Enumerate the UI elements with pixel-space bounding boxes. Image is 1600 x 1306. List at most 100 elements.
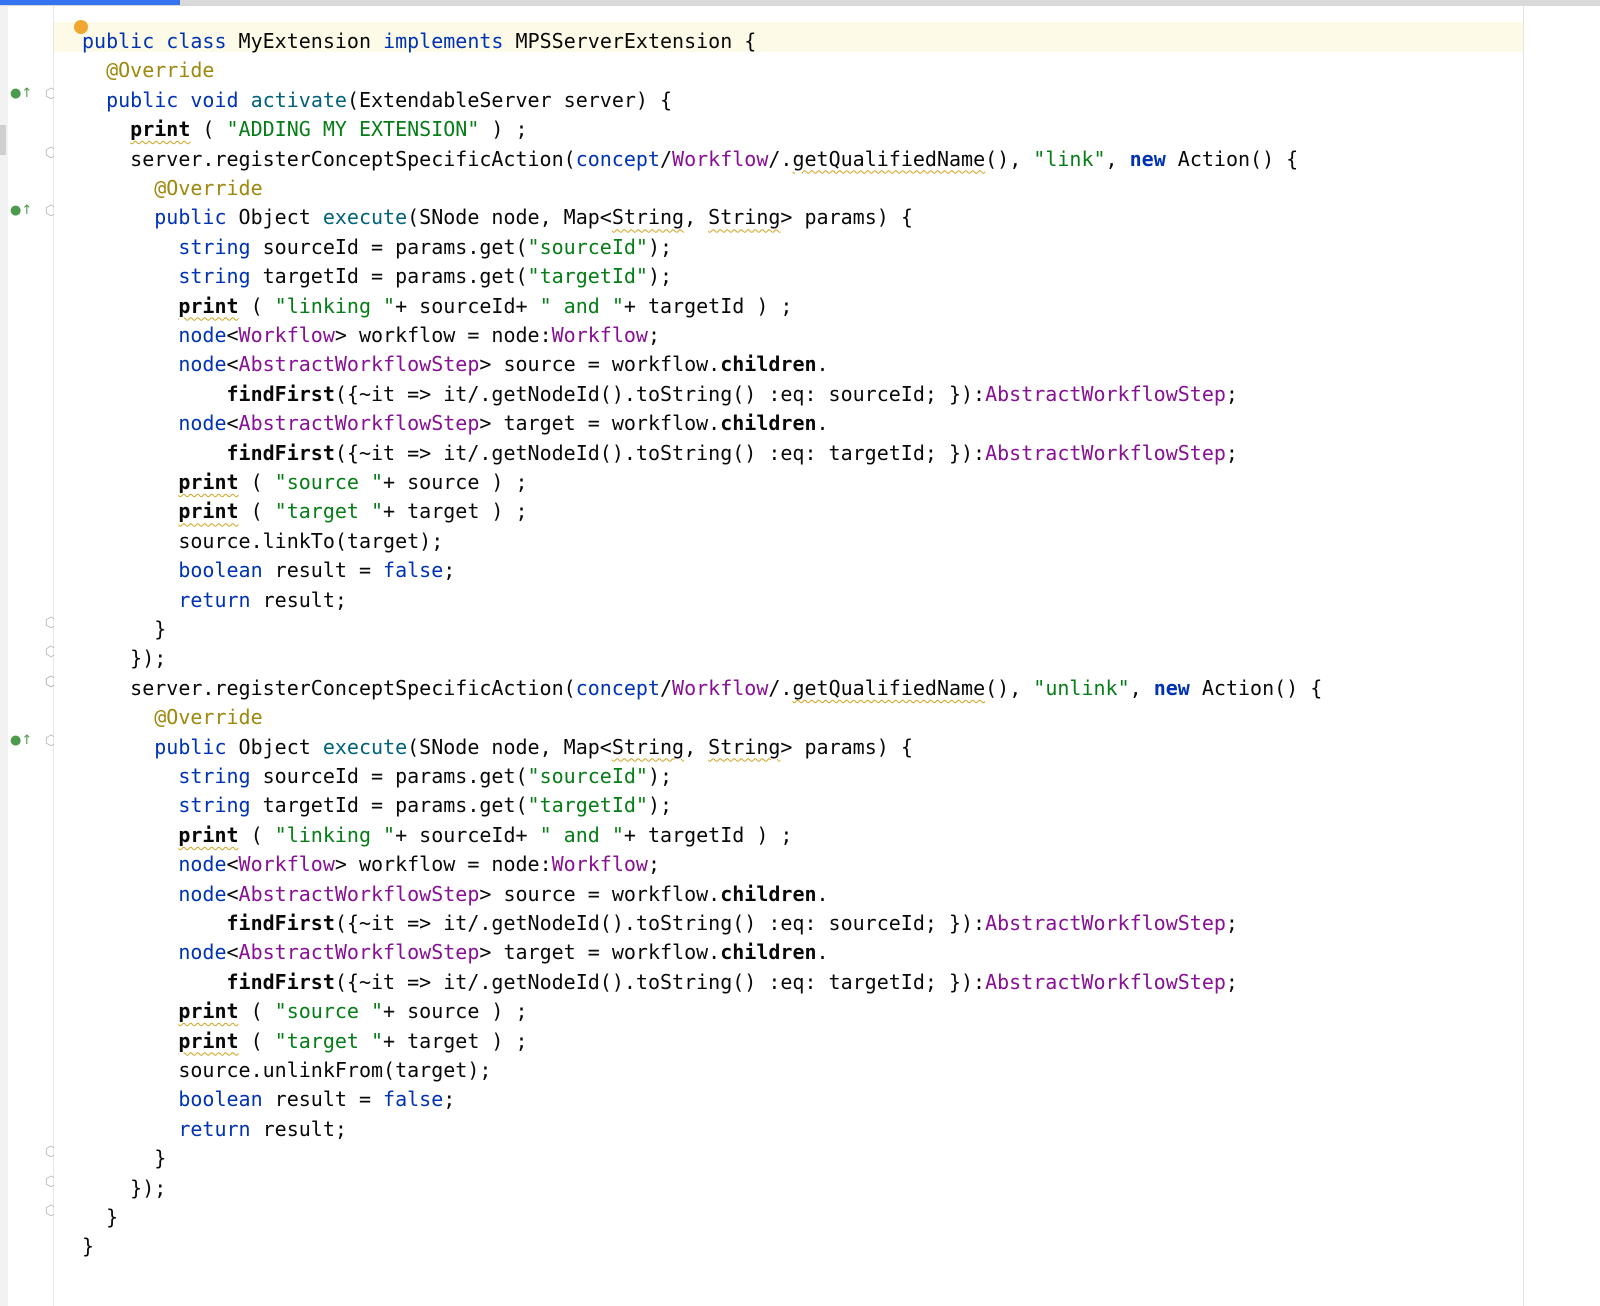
code-line[interactable]: server.registerConceptSpecificAction(con… (82, 673, 1322, 703)
code-line[interactable]: source.linkTo(target); (82, 526, 443, 556)
override-up-arrow-icon[interactable]: ●↑ (10, 731, 32, 751)
code-token: < (226, 352, 239, 377)
code-line[interactable]: boolean result = false; (82, 1084, 455, 1114)
code-line[interactable]: findFirst({~it => it/.getNodeId().toStri… (82, 379, 1238, 409)
code-token: Workflow (238, 852, 335, 877)
code-token: } (82, 1146, 167, 1171)
code-line[interactable]: return result; (82, 1114, 347, 1144)
code-line[interactable]: } (82, 1202, 118, 1232)
code-token: , (1129, 675, 1154, 700)
code-token: public (82, 29, 155, 53)
code-token: concept (575, 146, 660, 171)
code-token: source.linkTo(target); (82, 528, 444, 553)
override-up-arrow-icon[interactable]: ●↑ (10, 84, 32, 104)
code-token: return (178, 1116, 251, 1141)
code-token: AbstractWorkflowStep (238, 352, 480, 377)
code-line[interactable]: }); (82, 1173, 166, 1203)
code-line[interactable]: node<AbstractWorkflowStep> source = work… (82, 879, 828, 909)
code-token: } (82, 617, 167, 641)
code-token: return (178, 587, 251, 612)
code-token: ; (1225, 911, 1238, 935)
code-line[interactable]: print ( "ADDING MY EXTENSION" ) ; (82, 114, 527, 144)
code-line[interactable]: @Override (82, 702, 262, 732)
code-token: targetId = params.get( (250, 793, 528, 818)
code-line[interactable]: string sourceId = params.get("sourceId")… (82, 761, 672, 791)
code-line[interactable]: node<Workflow> workflow = node:Workflow; (82, 849, 660, 879)
code-token: execute (322, 205, 408, 230)
active-tab-indicator[interactable] (0, 0, 180, 5)
code-line[interactable]: findFirst({~it => it/.getNodeId().toStri… (82, 967, 1238, 997)
code-token: ; (443, 1087, 456, 1112)
code-line[interactable]: print ( "source "+ source ) ; (82, 996, 527, 1026)
code-token: findFirst (226, 440, 335, 465)
code-line[interactable]: return result; (82, 585, 347, 615)
code-token: findFirst (226, 969, 335, 994)
code-token: "target " (274, 1028, 384, 1053)
code-token: "targetId" (527, 793, 648, 818)
code-token: server.registerConceptSpecificAction( (82, 146, 576, 171)
code-line[interactable]: }); (82, 643, 166, 673)
code-line[interactable]: server.registerConceptSpecificAction(con… (82, 144, 1298, 174)
code-line[interactable]: node<AbstractWorkflowStep> target = work… (82, 937, 828, 967)
code-line[interactable]: print ( "target "+ target ) ; (82, 1026, 527, 1056)
code-token: print (178, 999, 239, 1024)
code-token: new (1153, 675, 1190, 700)
code-line[interactable]: } (82, 1231, 94, 1261)
code-token: concept (575, 675, 660, 700)
code-token: > params) { (780, 205, 913, 230)
code-token: } (82, 1234, 95, 1259)
code-token: (), (985, 146, 1034, 171)
code-token: AbstractWorkflowStep (985, 381, 1226, 406)
code-line[interactable]: string targetId = params.get("targetId")… (82, 790, 672, 820)
code-line[interactable]: print ( "linking "+ sourceId+ " and "+ t… (82, 820, 792, 850)
code-line[interactable]: public void activate(ExtendableServer se… (82, 85, 672, 115)
code-token: @Override (154, 176, 263, 200)
code-line[interactable]: @Override (82, 173, 263, 203)
code-token: Object (226, 205, 323, 230)
code-token: MPSServerExtension { (503, 29, 757, 53)
code-token: . (816, 411, 829, 436)
code-line[interactable]: node<Workflow> workflow = node:Workflow; (82, 320, 660, 350)
code-line[interactable]: @Override (82, 55, 214, 85)
left-tool-window-tab[interactable] (0, 125, 6, 155)
code-token: Workflow (551, 852, 648, 877)
code-token: getQualifiedName (792, 146, 986, 171)
code-line[interactable]: findFirst({~it => it/.getNodeId().toStri… (82, 908, 1238, 938)
code-token: ); (647, 234, 673, 259)
code-line[interactable]: } (82, 614, 166, 644)
code-line[interactable]: print ( "target "+ target ) ; (82, 496, 527, 526)
code-token: + source ) ; (383, 470, 528, 494)
override-up-arrow-icon[interactable]: ●↑ (10, 201, 32, 221)
code-token: print (130, 117, 191, 142)
code-line[interactable]: public Object execute(SNode node, Map<St… (82, 732, 913, 762)
code-line[interactable]: findFirst({~it => it/.getNodeId().toStri… (82, 438, 1238, 468)
code-line[interactable]: source.unlinkFrom(target); (82, 1055, 491, 1085)
code-token: Workflow (551, 323, 648, 347)
code-line[interactable]: print ( "source "+ source ) ; (82, 467, 528, 497)
code-line[interactable]: public Object execute(SNode node, Map<St… (82, 202, 913, 232)
editor-gutter[interactable]: ●↑ ●↑ ●↑ ⬡ ⬡ ⬡ ⬡ ⬡ ⬡ ⬡ ⬡ ⬡ ⬡ ⬡ (8, 6, 57, 1306)
code-token: ( (238, 1028, 275, 1053)
code-line[interactable]: } (82, 1143, 166, 1173)
code-token: , (1105, 146, 1130, 171)
code-line[interactable]: public class MyExtension implements MPSS… (82, 26, 756, 56)
intention-bulb-icon[interactable] (74, 20, 88, 34)
code-line[interactable]: string sourceId = params.get("sourceId")… (82, 232, 672, 262)
code-token: " and " (539, 293, 624, 318)
code-token: ({~it => it/.getNodeId().toString() :eq:… (334, 381, 986, 406)
code-token: node (178, 940, 227, 965)
code-line[interactable]: string targetId = params.get("targetId")… (82, 261, 672, 291)
code-line[interactable]: node<AbstractWorkflowStep> target = work… (82, 408, 829, 438)
code-token: < (226, 852, 239, 877)
code-line[interactable]: node<AbstractWorkflowStep> source = work… (82, 349, 828, 379)
code-token: findFirst (226, 911, 335, 935)
code-editor[interactable]: public class MyExtension implements MPSS… (54, 6, 1524, 1306)
code-line[interactable]: print ( "linking "+ sourceId+ " and "+ t… (82, 291, 792, 321)
code-line[interactable]: boolean result = false; (82, 555, 455, 585)
error-stripe[interactable] (1524, 6, 1600, 1306)
